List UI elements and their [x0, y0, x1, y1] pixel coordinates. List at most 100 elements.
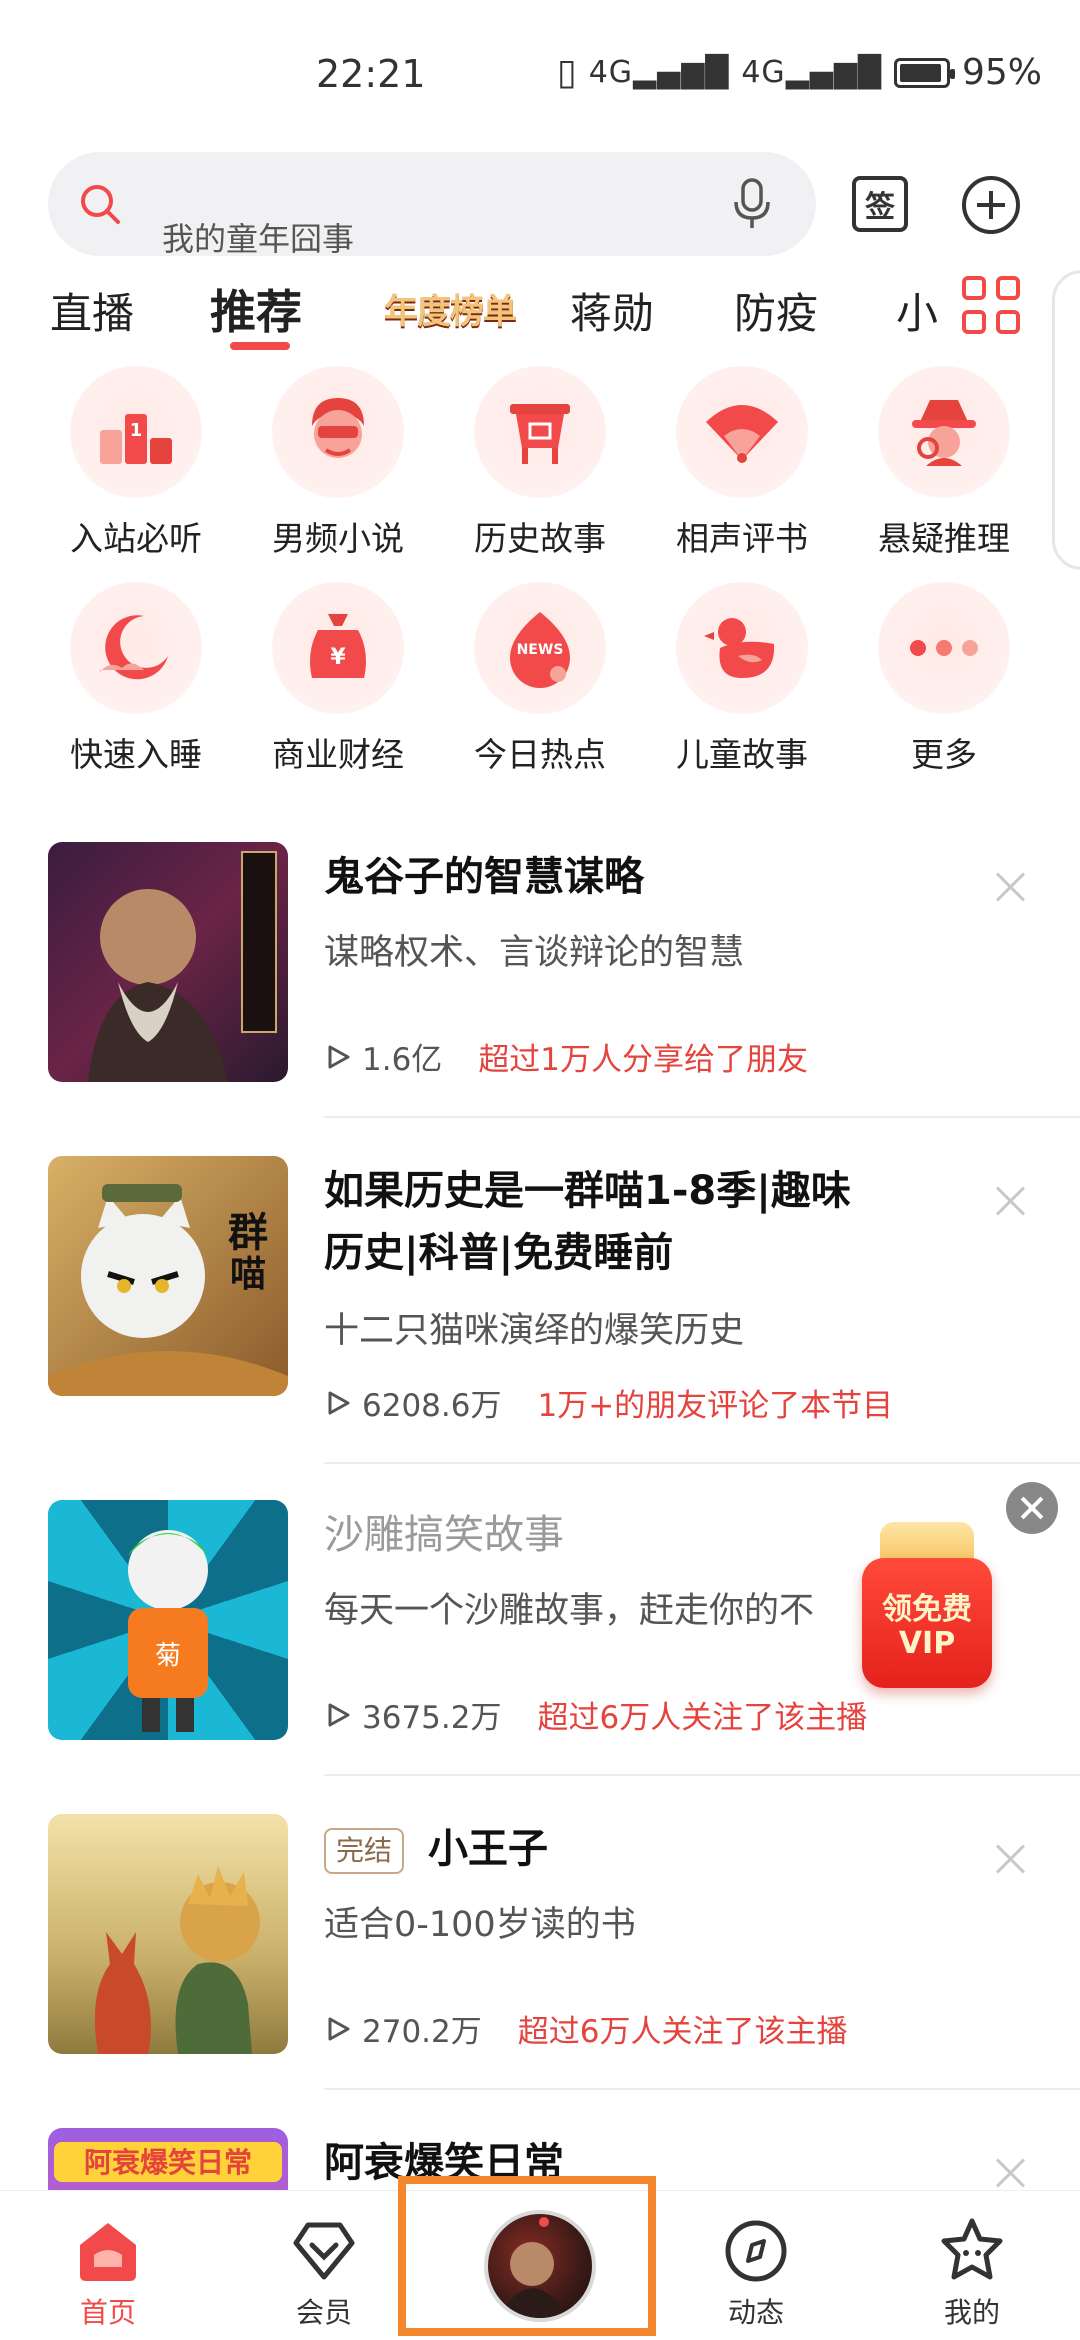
battery-percent: 95%: [961, 52, 1042, 93]
tab-live[interactable]: 直播: [50, 280, 134, 341]
status-indicators: ▯ 4G▂▄▆█ 4G▂▄▆█ 95%: [557, 52, 1042, 93]
free-vip-badge[interactable]: 领免费 VIP: [862, 1522, 992, 1688]
man-sunglasses-icon: [312, 398, 364, 458]
play-count-icon: [328, 1391, 350, 1414]
item-stats: 1.6亿 超过1万人分享给了朋友: [324, 1034, 808, 1079]
item-stats: 270.2万 超过6万人关注了该主播: [324, 2006, 847, 2051]
category-male-novel[interactable]: 男频小说: [248, 366, 428, 560]
play-count: 1.6亿: [362, 1042, 443, 1078]
more-dots-icon: [910, 640, 978, 656]
divider: [324, 2088, 1080, 2090]
dismiss-icon[interactable]: [996, 872, 1026, 902]
news-flame-icon: NEWS: [510, 612, 570, 688]
item-description: 谋略权术、言谈辩论的智慧: [324, 933, 745, 973]
item-stats: 3675.2万 超过6万人关注了该主播: [324, 1692, 867, 1737]
detective-icon: [912, 400, 976, 466]
profile-star-icon: [941, 2218, 1003, 2280]
divider: [324, 1116, 1080, 1118]
signal-icon: 4G▂▄▆█: [588, 55, 730, 90]
category-mystery[interactable]: 悬疑推理: [854, 366, 1034, 560]
item-title-line-1: 如果历史是一群喵1-8季|趣味: [324, 1168, 851, 1214]
ancient-vessel-icon: [510, 404, 570, 464]
cover-art: 菊: [128, 1530, 208, 1732]
completed-badge: 完结: [324, 1828, 405, 1874]
dismiss-icon[interactable]: [996, 1186, 1026, 1216]
nav-home[interactable]: 首页: [48, 2215, 168, 2331]
svg-text:1: 1: [130, 420, 143, 441]
status-time: 22:21: [316, 52, 426, 96]
divider: [324, 1462, 1080, 1464]
money-bag-icon: ¥: [310, 614, 366, 678]
category-entry-must-listen[interactable]: 1 入站必听: [46, 366, 226, 560]
nav-member[interactable]: 会员: [264, 2215, 384, 2331]
item-title-row: 完结 小王子: [324, 1818, 548, 1880]
nav-feed[interactable]: 动态: [696, 2215, 816, 2331]
play-count: 6208.6万: [362, 1388, 502, 1424]
album-cover[interactable]: 群 喵: [48, 1156, 288, 1396]
moon-icon: [100, 615, 168, 680]
add-icon[interactable]: [962, 176, 1020, 234]
search-bar[interactable]: 我的童年囧事: [48, 152, 816, 258]
category-kids-story[interactable]: 儿童故事: [652, 582, 832, 776]
checkin-icon[interactable]: 签: [852, 176, 908, 232]
social-proof: 超过1万人分享给了朋友: [478, 1042, 809, 1078]
active-tab-indicator: [230, 342, 290, 350]
vip-close-icon[interactable]: [1006, 1482, 1058, 1534]
item-title: 鬼谷子的智慧谋略: [324, 854, 644, 900]
category-business[interactable]: ¥ 商业财经: [248, 582, 428, 776]
tab-epidemic[interactable]: 防疫: [734, 280, 818, 341]
category-crosstalk[interactable]: 相声评书: [652, 366, 832, 560]
category-history-story[interactable]: 历史故事: [450, 366, 630, 560]
tab-more-partial[interactable]: 小: [896, 280, 938, 341]
dismiss-icon[interactable]: [996, 2158, 1026, 2188]
tab-recommend[interactable]: 推荐: [210, 276, 302, 342]
svg-text:NEWS: NEWS: [517, 642, 564, 658]
social-proof: 超过6万人关注了该主播: [537, 1700, 868, 1736]
search-icon: [81, 185, 120, 224]
podium-icon: 1: [100, 414, 172, 464]
microphone-icon[interactable]: [732, 178, 772, 230]
side-drawer-handle[interactable]: [1052, 270, 1080, 570]
vip-label-2: VIP: [898, 1626, 956, 1661]
folding-fan-icon: [706, 405, 778, 463]
svg-text:群: 群: [228, 1210, 268, 1256]
category-hot-news[interactable]: NEWS 今日热点: [450, 582, 630, 776]
album-cover[interactable]: [48, 1814, 288, 2054]
now-playing-button[interactable]: [484, 2210, 596, 2322]
search-placeholder: 我的童年囧事: [162, 220, 355, 258]
play-count: 270.2万: [362, 2014, 482, 2050]
home-icon: [80, 2223, 136, 2281]
category-more[interactable]: 更多: [854, 582, 1034, 776]
cover-art: [88, 851, 277, 1082]
nav-profile[interactable]: 我的: [912, 2215, 1032, 2331]
svg-text:菊: 菊: [155, 1641, 181, 1671]
cover-art: [94, 1866, 260, 2054]
member-icon: [293, 2222, 355, 2280]
item-description: 十二只猫咪演绎的爆笑历史: [324, 1311, 745, 1351]
item-stats: 6208.6万 1万+的朋友评论了本节目: [324, 1380, 893, 1425]
item-title-line-2: 历史|科普|免费睡前: [324, 1230, 674, 1276]
item-description: 每天一个沙雕故事，赶走你的不: [324, 1591, 815, 1631]
tab-yearly-ranking[interactable]: 年度榜单: [384, 284, 517, 333]
social-proof: 1万+的朋友评论了本节目: [537, 1388, 894, 1424]
dismiss-icon[interactable]: [996, 1844, 1026, 1874]
album-cover[interactable]: [48, 842, 288, 1082]
divider: [324, 1774, 1080, 1776]
social-proof: 超过6万人关注了该主播: [517, 2014, 848, 2050]
album-cover[interactable]: 菊: [48, 1500, 288, 1740]
signal-icon-2: 4G▂▄▆█: [741, 55, 882, 90]
category-tabs: 直播 推荐 年度榜单 蒋勋 防疫 小: [0, 270, 960, 360]
vip-label: 领免费: [882, 1592, 972, 1627]
item-title: 沙雕搞笑故事: [324, 1512, 564, 1558]
battery-icon: [893, 57, 955, 88]
compass-icon: [725, 2220, 787, 2282]
item-description: 适合0-100岁读的书: [324, 1905, 636, 1945]
play-count: 3675.2万: [362, 1700, 502, 1736]
svg-text:¥: ¥: [330, 645, 346, 670]
cover-art: 群 喵: [48, 1184, 288, 1396]
vibrate-icon: ▯: [556, 52, 577, 93]
category-sleep[interactable]: 快速入睡: [46, 582, 226, 776]
play-count-icon: [328, 2017, 350, 2040]
tab-jiangxun[interactable]: 蒋勋: [570, 280, 654, 341]
tab-grid-icon[interactable]: [962, 276, 1022, 336]
